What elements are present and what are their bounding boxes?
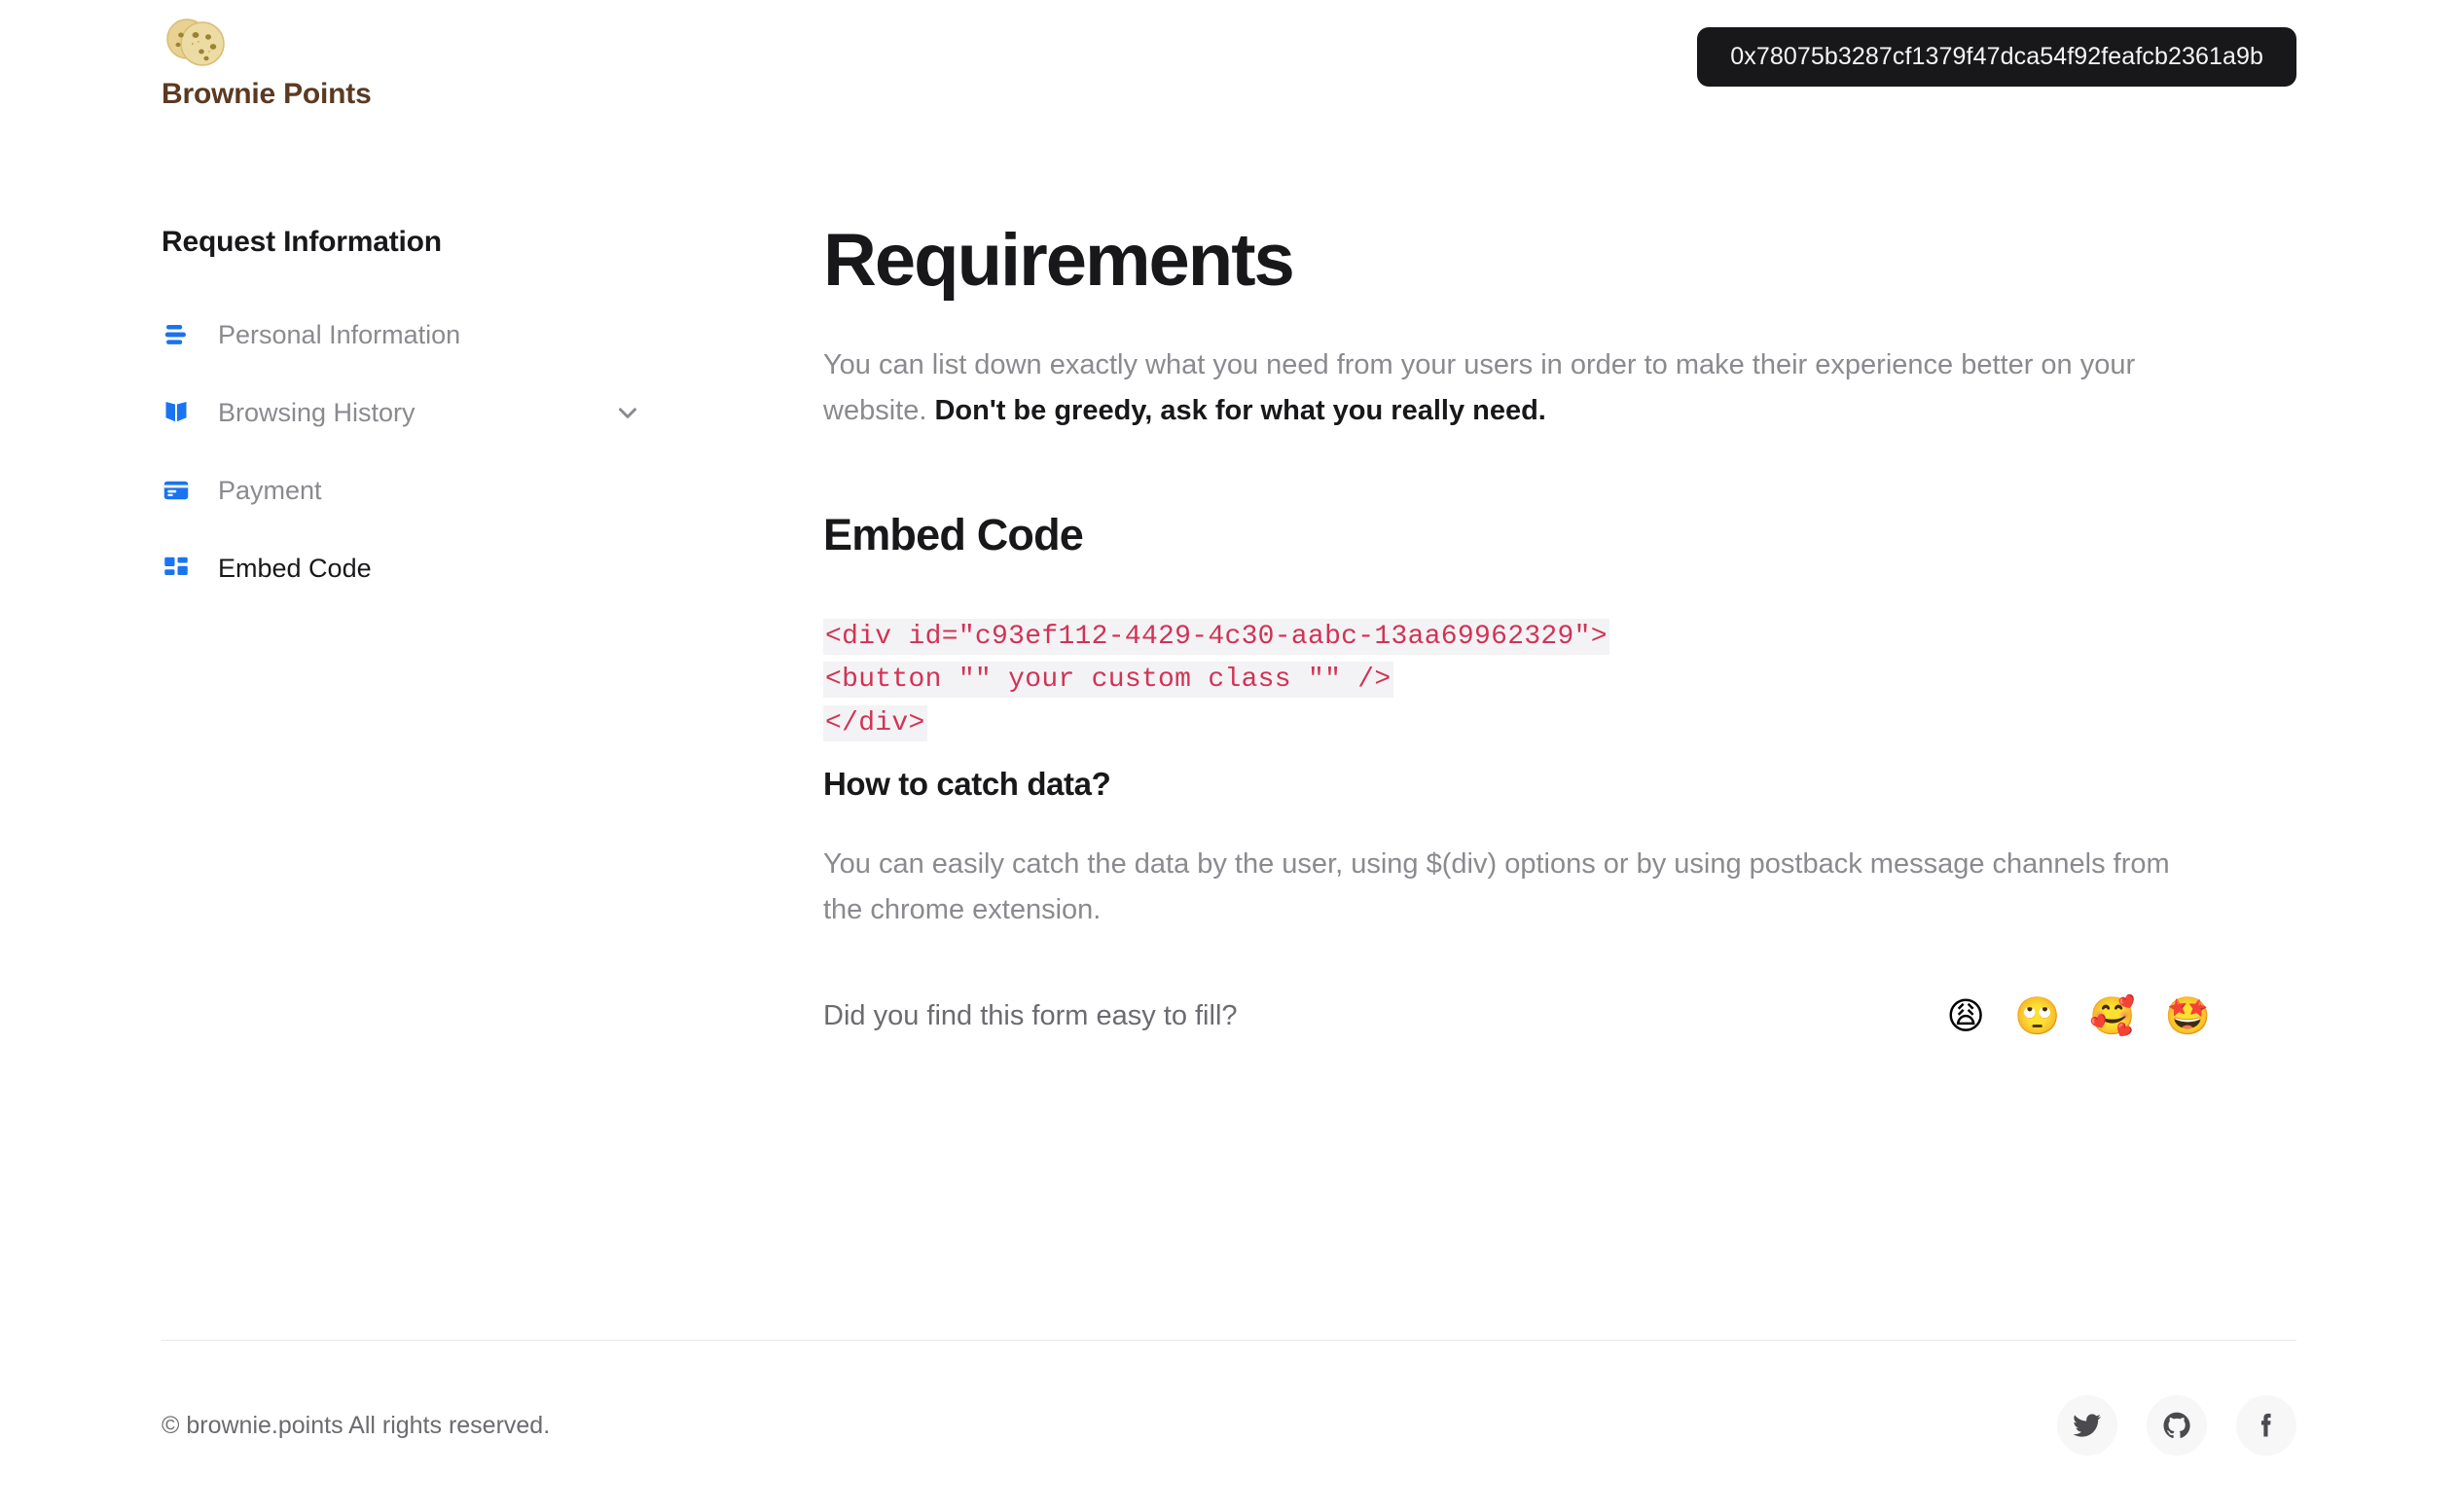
code-line: </div> [823, 703, 2211, 745]
sidebar-title: Request Information [162, 226, 442, 258]
smiling-face-with-hearts-emoji[interactable]: 🥰 [2089, 997, 2135, 1034]
page-title: Requirements [823, 219, 1295, 302]
catch-data-heading: How to catch data? [823, 766, 1111, 803]
facebook-icon[interactable] [2236, 1395, 2296, 1456]
weary-face-emoji[interactable]: 😩 [1946, 997, 1985, 1034]
sidebar-item-label: Browsing History [218, 397, 416, 427]
code-line-text: <button "" your custom class "" /> [823, 662, 1393, 699]
intro-text-emphasis: Don't be greedy, ask for what you really… [934, 394, 1546, 426]
sidebar: Request Information Personal Information… [162, 146, 823, 607]
sidebar-item-personal-information[interactable]: Personal Information [162, 296, 823, 374]
github-icon[interactable] [2147, 1395, 2207, 1456]
twitter-icon[interactable] [2057, 1395, 2117, 1456]
credit-card-icon [162, 476, 199, 505]
page-body: Request Information Personal Information… [0, 146, 2458, 1035]
brand-logo[interactable]: Brownie Points [162, 12, 372, 111]
sidebar-item-browsing-history[interactable]: Browsing History [162, 374, 823, 451]
wallet-address-badge[interactable]: 0x78075b3287cf1379f47dca54f92feafcb2361a… [1697, 27, 2296, 87]
main-content: Requirements You can list down exactly w… [823, 146, 2296, 1034]
star-struck-emoji[interactable]: 🤩 [2165, 997, 2211, 1034]
dashboard-grid-icon [162, 554, 199, 583]
feedback-row: Did you find this form easy to fill? 😩 🙄… [823, 997, 2211, 1034]
rolling-eyes-emoji[interactable]: 🙄 [2014, 997, 2060, 1034]
sidebar-item-label: Payment [218, 475, 322, 505]
footer-row: © brownie.points All rights reserved. [162, 1395, 2296, 1456]
sidebar-item-payment[interactable]: Payment [162, 451, 823, 529]
embed-code-heading: Embed Code [823, 509, 1084, 559]
app-header: Brownie Points 0x78075b3287cf1379f47dca5… [0, 0, 2458, 146]
brand-name: Brownie Points [162, 78, 372, 110]
open-book-icon [162, 398, 199, 427]
code-line: <div id="c93ef112-4429-4c30-aabc-13aa699… [823, 617, 2211, 659]
embed-code-snippet[interactable]: <div id="c93ef112-4429-4c30-aabc-13aa699… [823, 617, 2211, 745]
code-line-text: </div> [823, 704, 927, 741]
code-line-text: <div id="c93ef112-4429-4c30-aabc-13aa699… [823, 618, 1609, 655]
code-line: <button "" your custom class "" /> [823, 660, 2211, 702]
catch-data-paragraph: You can easily catch the data by the use… [823, 848, 2170, 926]
footer-divider [162, 1340, 2296, 1341]
sidebar-item-embed-code[interactable]: Embed Code [162, 529, 823, 607]
feedback-question: Did you find this form easy to fill? [823, 999, 1238, 1031]
chevron-down-icon[interactable] [613, 398, 642, 427]
social-links [2057, 1395, 2296, 1456]
sidebar-item-label: Embed Code [218, 553, 372, 583]
cookie-icon [166, 18, 225, 66]
intro-paragraph: You can list down exactly what you need … [823, 342, 2211, 434]
sidebar-item-label: Personal Information [218, 319, 461, 349]
copyright-text: © brownie.points All rights reserved. [162, 1411, 551, 1439]
emoji-rating-group: 😩 🙄 🥰 🤩 [1946, 997, 2211, 1034]
app-footer: © brownie.points All rights reserved. [162, 1340, 2296, 1456]
text-lines-icon [162, 320, 199, 349]
